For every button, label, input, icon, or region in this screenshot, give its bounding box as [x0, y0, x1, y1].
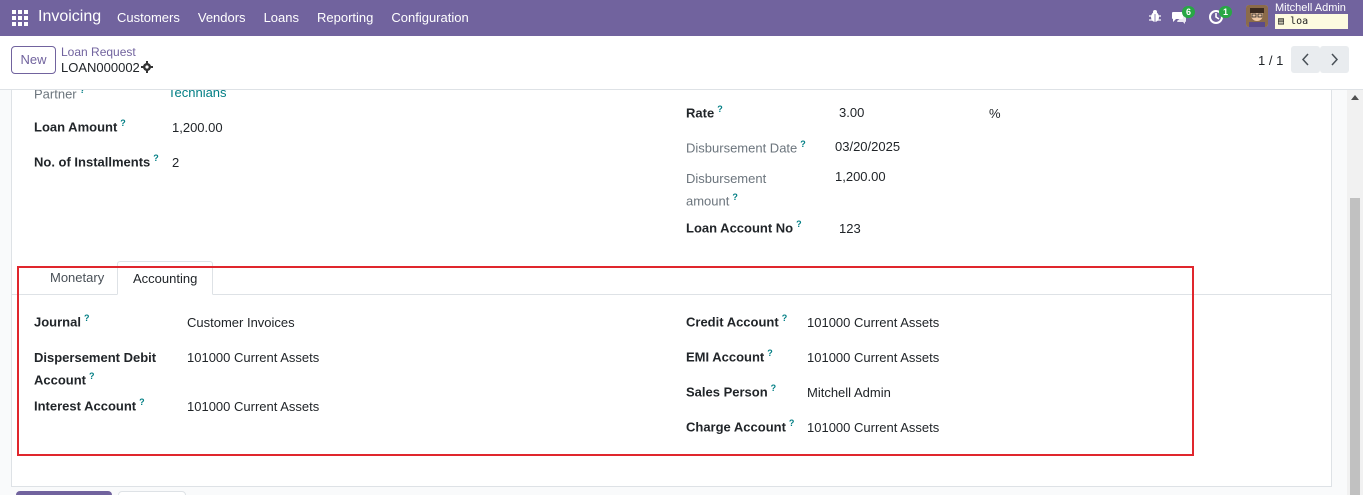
installments-value[interactable]: 2 — [172, 155, 179, 170]
chevron-right-icon — [1331, 53, 1339, 66]
apps-grid-icon[interactable] — [12, 10, 28, 26]
bug-icon[interactable] — [1148, 9, 1162, 23]
scrollbar-thumb[interactable] — [1350, 198, 1360, 495]
highlight-box — [17, 266, 1194, 456]
breadcrumb[interactable]: Loan Request — [61, 45, 136, 59]
pager-value[interactable]: 1 / 1 — [1258, 53, 1283, 68]
database-icon: ▤ — [1278, 16, 1285, 27]
app-brand[interactable]: Invoicing — [38, 8, 101, 26]
loan-account-label: Loan Account No? — [686, 219, 802, 236]
pager-next-button[interactable] — [1320, 46, 1349, 73]
database-name: ▤ loa — [1275, 14, 1348, 29]
record-name: LOAN000002 — [61, 60, 140, 75]
partner-label: Partner? — [34, 90, 86, 102]
disbursement-date-value: 03/20/2025 — [835, 139, 901, 154]
chat-count-badge: 6 — [1182, 6, 1195, 18]
rate-label: Rate? — [686, 104, 723, 121]
scroll-up-arrow-icon[interactable] — [1351, 95, 1359, 100]
rate-value[interactable]: 3.00 — [839, 105, 864, 120]
menu-vendors[interactable]: Vendors — [198, 10, 246, 25]
menu-customers[interactable]: Customers — [117, 10, 180, 25]
gear-icon[interactable] — [141, 61, 153, 73]
chevron-left-icon — [1301, 53, 1309, 66]
user-name[interactable]: Mitchell Admin — [1275, 2, 1346, 14]
rate-unit: % — [989, 106, 1001, 121]
installments-label: No. of Installments? — [34, 153, 159, 170]
bottom-primary-button[interactable] — [16, 491, 112, 495]
menu-loans[interactable]: Loans — [264, 10, 299, 25]
user-avatar[interactable] — [1246, 5, 1268, 27]
loan-amount-label: Loan Amount? — [34, 118, 126, 135]
disbursement-date-label: Disbursement Date? — [686, 139, 806, 156]
menu-configuration[interactable]: Configuration — [391, 10, 468, 25]
pager-previous-button[interactable] — [1291, 46, 1320, 73]
loan-amount-value[interactable]: 1,200.00 — [172, 120, 223, 135]
new-button[interactable]: New — [11, 46, 56, 74]
loan-account-value[interactable]: 123 — [839, 221, 861, 236]
disbursement-amount-label: Disbursement amount? — [686, 171, 767, 209]
bottom-secondary-button[interactable] — [118, 491, 186, 495]
main-menu: Customers Vendors Loans Reporting Config… — [117, 10, 487, 25]
partner-row: Partner? Technians — [11, 90, 1332, 102]
activity-count-badge: 1 — [1219, 6, 1232, 18]
menu-reporting[interactable]: Reporting — [317, 10, 373, 25]
database-label: loa — [1290, 16, 1309, 27]
top-navbar: Invoicing Customers Vendors Loans Report… — [0, 0, 1363, 36]
control-panel: New Loan Request LOAN000002 1 / 1 — [0, 36, 1363, 90]
partner-value[interactable]: Technians — [168, 90, 227, 100]
disbursement-amount-value: 1,200.00 — [835, 169, 886, 184]
